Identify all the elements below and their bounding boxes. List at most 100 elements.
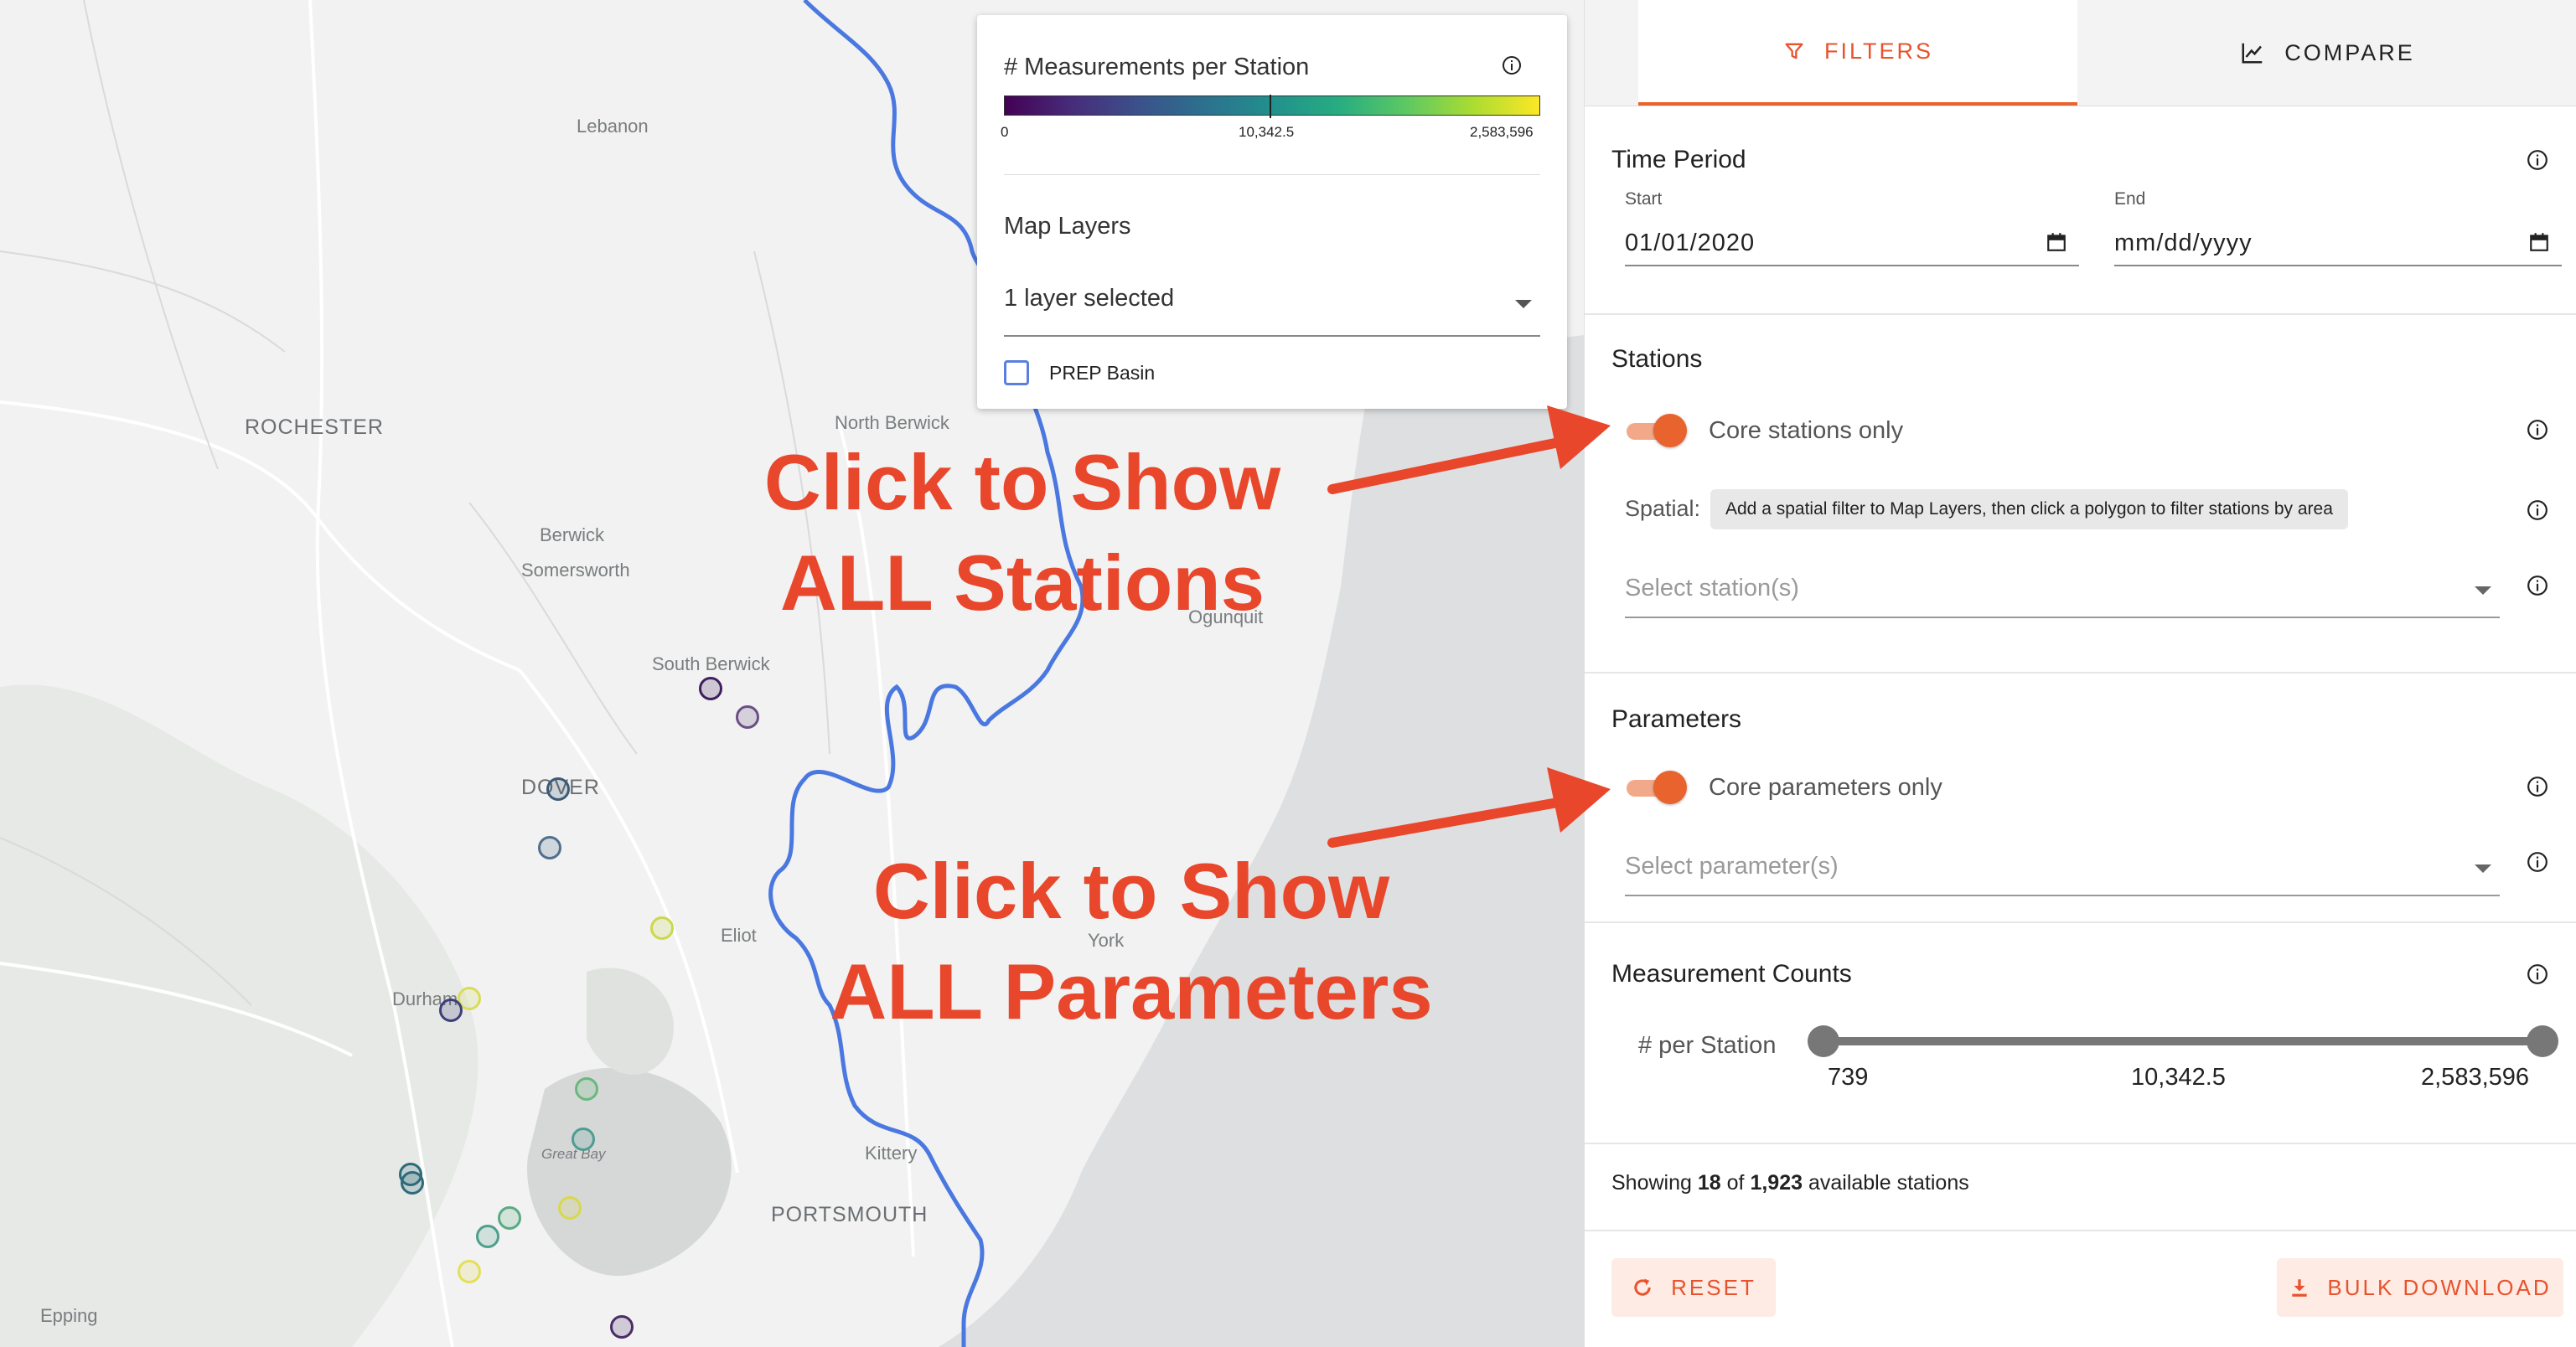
info-icon[interactable] — [2527, 776, 2548, 797]
reset-label: RESET — [1671, 1274, 1756, 1300]
tab-compare[interactable]: COMPARE — [2077, 0, 2576, 106]
core-stations-label: Core stations only — [1709, 417, 1904, 444]
divider — [1004, 174, 1540, 175]
info-icon[interactable] — [2527, 499, 2548, 521]
caret-down-icon — [1515, 300, 1532, 308]
info-icon[interactable] — [2527, 963, 2548, 985]
info-icon[interactable] — [2527, 575, 2548, 596]
station-marker[interactable] — [458, 1260, 481, 1283]
parameters-title: Parameters — [1611, 705, 1742, 733]
per-station-label: # per Station — [1638, 1032, 1777, 1059]
station-marker[interactable] — [575, 1077, 598, 1101]
tab-compare-label: COMPARE — [2284, 39, 2415, 65]
start-date-input[interactable]: 01/01/2020 — [1625, 218, 2079, 266]
measurement-counts-title: Measurement Counts — [1611, 960, 1852, 988]
info-icon[interactable] — [2527, 419, 2548, 441]
station-marker[interactable] — [498, 1206, 521, 1230]
tab-bar: FILTERS COMPARE — [1585, 0, 2576, 106]
reset-button[interactable]: RESET — [1611, 1258, 1776, 1317]
end-label: End — [2114, 189, 2146, 209]
showing-count-text: Showing 18 of 1,923 available stations — [1611, 1171, 1969, 1195]
showing-count: 18 — [1697, 1171, 1721, 1195]
slider-min-handle[interactable] — [1808, 1025, 1839, 1057]
station-marker[interactable] — [401, 1171, 424, 1195]
place-label: Great Bay — [541, 1146, 606, 1162]
slider-max-handle[interactable] — [2527, 1025, 2558, 1057]
annotation-stations-line2: ALL Stations — [780, 539, 1265, 627]
map-layers-title: Map Layers — [1004, 213, 1131, 240]
start-label: Start — [1625, 189, 1663, 209]
station-marker[interactable] — [650, 916, 674, 940]
legend-title: # Measurements per Station — [1004, 54, 1310, 80]
bulk-download-button[interactable]: BULK DOWNLOAD — [2277, 1258, 2563, 1317]
core-parameters-toggle[interactable] — [1625, 771, 1689, 804]
place-label: North Berwick — [835, 412, 949, 433]
showing-suffix: available stations — [1808, 1171, 1969, 1195]
map-layers-select[interactable]: 1 layer selected — [1004, 276, 1540, 337]
color-scale-mid-tick — [1270, 95, 1271, 118]
place-label: Epping — [40, 1305, 98, 1326]
parameter-select[interactable]: Select parameter(s) — [1625, 841, 2500, 896]
info-icon[interactable] — [1502, 55, 1522, 75]
annotation-stations-line1: Click to Show — [763, 438, 1281, 526]
annotation-parameters: Click to Show ALL Parameters — [788, 841, 1475, 1042]
place-label: PORTSMOUTH — [771, 1203, 928, 1226]
calendar-icon[interactable] — [2046, 231, 2067, 253]
station-marker[interactable] — [439, 999, 463, 1022]
place-label: South Berwick — [652, 653, 770, 674]
caret-down-icon — [2475, 586, 2491, 595]
place-label: Berwick — [540, 524, 605, 545]
tab-filters-label: FILTERS — [1823, 38, 1933, 64]
caret-down-icon — [2475, 864, 2491, 873]
annotation-parameters-line2: ALL Parameters — [830, 947, 1433, 1035]
slider-max-value: 2,583,596 — [2421, 1064, 2530, 1091]
info-icon[interactable] — [2527, 149, 2548, 171]
station-marker[interactable] — [736, 705, 759, 729]
station-marker[interactable] — [699, 677, 722, 700]
station-select-placeholder: Select station(s) — [1625, 575, 1799, 601]
info-icon[interactable] — [2527, 851, 2548, 873]
filter-panel: FILTERS COMPARE Time Period Start End 01… — [1584, 0, 2576, 1347]
refresh-icon — [1634, 1278, 1651, 1296]
station-marker[interactable] — [572, 1128, 595, 1151]
place-label: Somersworth — [521, 560, 630, 581]
end-date-input[interactable]: mm/dd/yyyy — [2114, 218, 2562, 266]
parameter-select-placeholder: Select parameter(s) — [1625, 853, 1839, 880]
core-parameters-label: Core parameters only — [1709, 774, 1942, 801]
bulk-download-label: BULK DOWNLOAD — [2327, 1274, 2552, 1300]
download-icon — [2292, 1279, 2308, 1297]
slider-mid-value: 10,342.5 — [2131, 1064, 2226, 1091]
core-stations-toggle[interactable] — [1625, 414, 1689, 447]
color-scale-min: 0 — [1001, 124, 1009, 140]
toggle-knob — [1653, 771, 1687, 804]
place-label: Eliot — [721, 925, 757, 946]
color-scale-max: 2,583,596 — [1470, 124, 1534, 140]
filter-icon — [1785, 43, 1803, 59]
station-marker[interactable] — [538, 836, 561, 859]
station-marker[interactable] — [546, 777, 570, 801]
prep-basin-label: PREP Basin — [1049, 362, 1156, 384]
annotation-stations: Click to Show ALL Stations — [737, 432, 1307, 633]
station-marker[interactable] — [476, 1225, 499, 1248]
map-layers-select-value: 1 layer selected — [1004, 285, 1175, 312]
place-label: ROCHESTER — [245, 415, 384, 439]
end-date-value: mm/dd/yyyy — [2114, 230, 2253, 256]
start-date-value: 01/01/2020 — [1625, 230, 1756, 256]
annotation-parameters-line1: Click to Show — [872, 847, 1390, 935]
place-label: Lebanon — [577, 116, 649, 137]
time-period-title: Time Period — [1611, 146, 1746, 173]
time-period-section: Time Period Start End 01/01/2020 mm/dd/y… — [1585, 106, 2576, 315]
prep-basin-checkbox[interactable] — [1004, 360, 1029, 385]
showing-total: 1,923 — [1750, 1171, 1803, 1195]
showing-of: of — [1726, 1171, 1745, 1195]
tab-filters[interactable]: FILTERS — [1638, 0, 2077, 106]
map[interactable]: Lebanon ROCHESTER North Berwick Berwick … — [0, 0, 1584, 1347]
station-marker[interactable] — [558, 1196, 582, 1220]
legend-card: # Measurements per Station 0 10,342.5 2,… — [977, 15, 1567, 409]
calendar-icon[interactable] — [2528, 231, 2550, 253]
station-marker[interactable] — [610, 1315, 634, 1339]
station-select[interactable]: Select station(s) — [1625, 563, 2500, 618]
color-scale-mid: 10,342.5 — [1239, 124, 1295, 140]
count-range-slider[interactable] — [1823, 1037, 2540, 1045]
place-label: Kittery — [865, 1143, 918, 1164]
